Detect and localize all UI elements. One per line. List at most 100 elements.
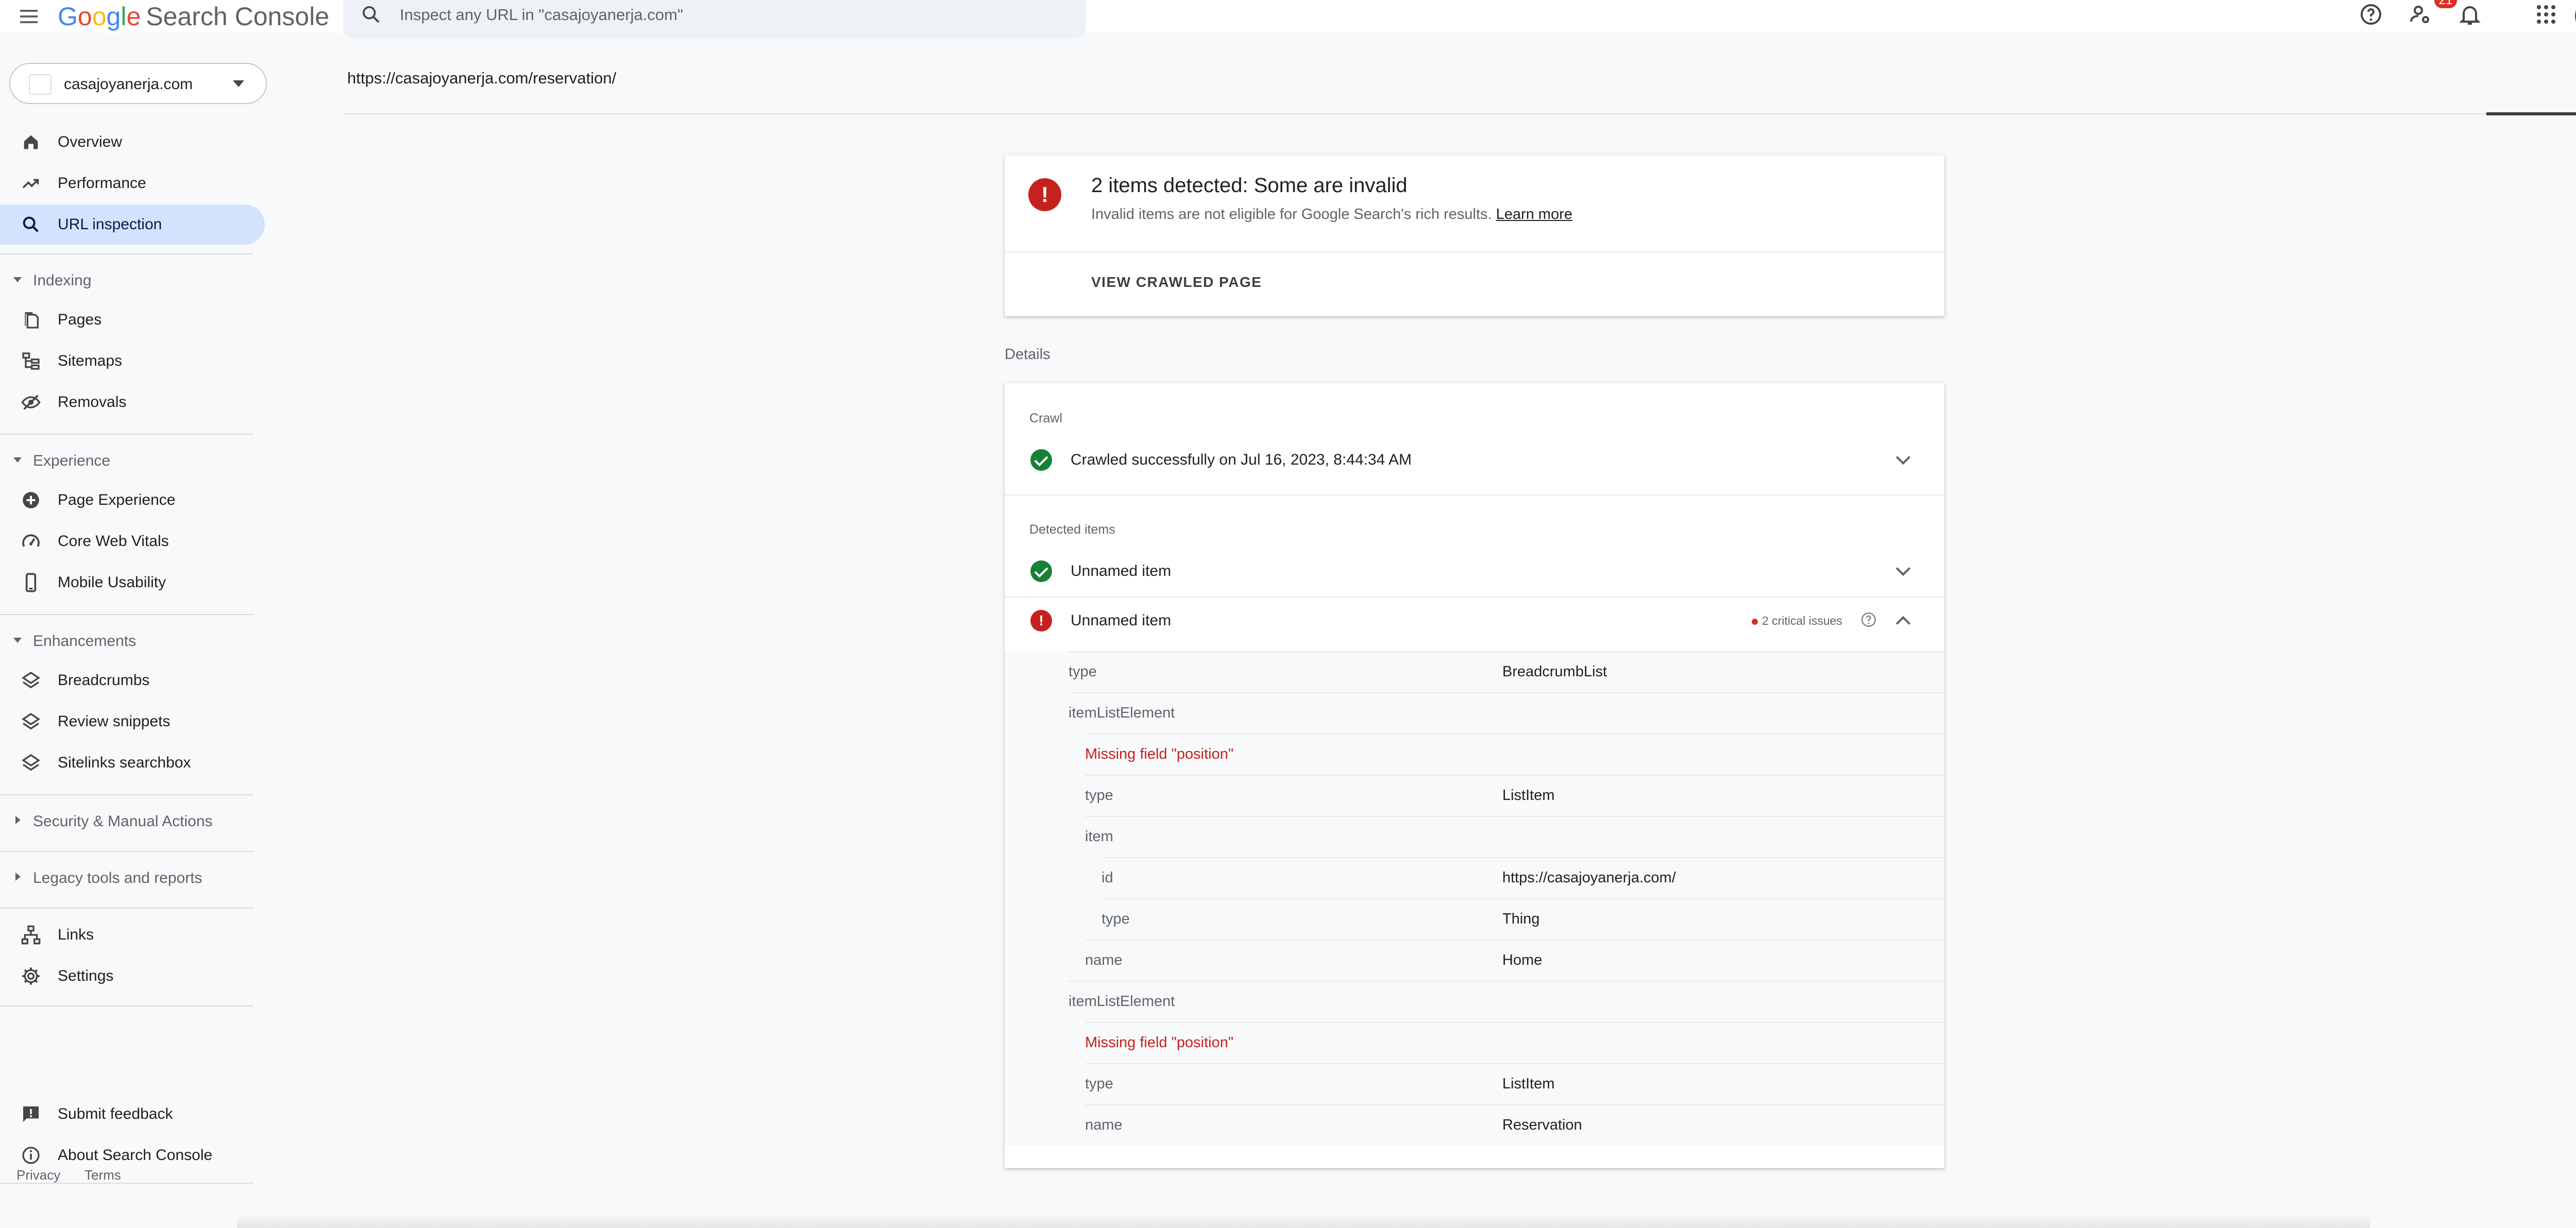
sidebar-item-core-web-vitals[interactable]: Core Web Vitals [0, 521, 265, 561]
sidebar-divider [0, 614, 253, 615]
header-divider [343, 113, 2576, 114]
chevron-down-icon[interactable] [1895, 450, 1911, 465]
error-icon: ! [1030, 610, 1052, 632]
learn-more-link[interactable]: Learn more [1496, 206, 1572, 223]
sidebar-item-label: Review snippets [58, 713, 171, 730]
error-icon: ! [1028, 178, 1061, 211]
property-row: itemListElement [1069, 981, 1944, 1022]
sidebar-divider [0, 1005, 253, 1007]
property-selector[interactable]: casajoyanerja.com [9, 63, 267, 104]
manage-users-icon[interactable] [2408, 2, 2433, 27]
property-row: item [1085, 816, 1944, 857]
add-circle-icon [23, 492, 39, 508]
view-crawled-page-button[interactable]: VIEW CRAWLED PAGE [1091, 274, 1262, 291]
sidebar-item-label: Submit feedback [58, 1105, 173, 1122]
sidebar-item-overview[interactable]: Overview [0, 122, 265, 162]
details-card: Crawl Crawled successfully on Jul 16, 20… [1005, 383, 1944, 1168]
sidebar-item-label: Page Experience [58, 491, 176, 508]
apps-grid-icon[interactable] [2534, 2, 2558, 27]
sidebar-item-breadcrumbs[interactable]: Breadcrumbs [0, 660, 265, 701]
section-experience[interactable]: Experience [0, 445, 258, 476]
detected-items-label: Detected items [1029, 522, 1115, 537]
sidebar-item-sitelinks-searchbox[interactable]: Sitelinks searchbox [0, 743, 265, 783]
section-security-manual-actions[interactable]: Security & Manual Actions [0, 806, 258, 837]
detected-item-label: Unnamed item [1071, 562, 1172, 579]
property-value: Thing [1502, 911, 1540, 927]
home-icon [24, 135, 38, 149]
sidebar-item-label: Removals [58, 394, 127, 411]
sidebar-item-label: Sitemaps [58, 352, 123, 369]
sidebar-item-label: URL inspection [58, 216, 162, 233]
sidebar-item-links[interactable]: Links [0, 915, 265, 955]
property-name: casajoyanerja.com [64, 76, 193, 93]
logo-letter: o [92, 2, 107, 31]
structured-data-properties: type BreadcrumbList itemListElement Miss… [1005, 651, 1944, 1146]
sidebar-item-label: Overview [58, 133, 123, 150]
chevron-down-icon[interactable] [1895, 561, 1911, 576]
check-circle-icon [1030, 560, 1052, 582]
section-title: Experience [33, 452, 111, 469]
pages-icon [25, 312, 39, 329]
property-key: name [1085, 1117, 1123, 1133]
section-indexing[interactable]: Indexing [0, 265, 258, 296]
sidebar-item-label: Performance [58, 175, 146, 192]
sidebar-item-removals[interactable]: Removals [0, 382, 265, 422]
search-input[interactable] [400, 2, 1018, 28]
help-icon[interactable] [2359, 2, 2383, 27]
sidebar-item-review-snippets[interactable]: Review snippets [0, 702, 265, 742]
terms-link[interactable]: Terms [84, 1167, 121, 1183]
gear-icon [22, 967, 40, 985]
chevron-up-icon[interactable] [1895, 616, 1911, 631]
inspected-url: https://casajoyanerja.com/reservation/ [347, 69, 617, 87]
sidebar-divider [0, 434, 253, 435]
trending-up-icon [22, 179, 39, 189]
sidebar-item-page-experience[interactable]: Page Experience [0, 480, 265, 520]
sitemap-icon [22, 352, 40, 370]
section-enhancements[interactable]: Enhancements [0, 625, 258, 656]
property-favicon [29, 74, 52, 95]
sidebar: casajoyanerja.com Overview Performance U… [0, 33, 268, 1228]
detected-item-label: Unnamed item [1071, 612, 1172, 629]
privacy-link[interactable]: Privacy [16, 1167, 60, 1183]
sidebar-item-url-inspection[interactable]: URL inspection [0, 204, 265, 245]
bottom-scroll-shadow [237, 1214, 2370, 1228]
sidebar-item-label: Mobile Usability [58, 574, 166, 591]
layers-icon [21, 754, 41, 771]
section-title: Indexing [33, 272, 92, 289]
sidebar-item-settings[interactable]: Settings [0, 956, 265, 996]
sidebar-item-label: About Search Console [58, 1147, 213, 1164]
help-icon[interactable] [1860, 611, 1877, 628]
sidebar-divider [0, 253, 253, 254]
sidebar-item-performance[interactable]: Performance [0, 163, 265, 203]
property-key: type [1085, 1076, 1113, 1092]
links-icon [21, 925, 41, 945]
sidebar-item-mobile-usability[interactable]: Mobile Usability [0, 562, 265, 603]
sidebar-item-submit-feedback[interactable]: Submit feedback [0, 1094, 265, 1134]
search-console-logo[interactable]: Google Search Console [58, 3, 329, 30]
sidebar-divider [0, 908, 253, 909]
feedback-icon [23, 1106, 39, 1122]
section-legacy-tools[interactable]: Legacy tools and reports [0, 862, 258, 893]
property-row: type BreadcrumbList [1069, 651, 1944, 692]
main-menu-icon[interactable] [16, 4, 41, 29]
caret-right-icon [15, 873, 21, 881]
property-row: name Reservation [1085, 1104, 1944, 1146]
property-row: type ListItem [1085, 775, 1944, 816]
url-inspection-search[interactable] [343, 0, 1086, 38]
property-key: itemListElement [1069, 705, 1175, 721]
notifications-icon[interactable] [2458, 2, 2482, 27]
property-row: id https://casajoyanerja.com/ [1101, 857, 1944, 898]
missing-field-error: Missing field "position" [1085, 746, 1234, 762]
caret-right-icon [15, 816, 21, 824]
sidebar-item-label: Links [58, 926, 94, 943]
critical-issues-count: 2 critical issues [1762, 614, 1842, 627]
details-heading: Details [1005, 346, 1050, 363]
sidebar-item-pages[interactable]: Pages [0, 300, 265, 340]
smartphone-icon [25, 573, 37, 592]
property-key: item [1085, 828, 1113, 845]
sidebar-item-sitemaps[interactable]: Sitemaps [0, 341, 265, 381]
info-icon [22, 1147, 40, 1164]
summary-subtitle-text: Invalid items are not eligible for Googl… [1091, 206, 1492, 223]
property-value: Home [1502, 952, 1543, 968]
layers-icon [21, 712, 41, 730]
